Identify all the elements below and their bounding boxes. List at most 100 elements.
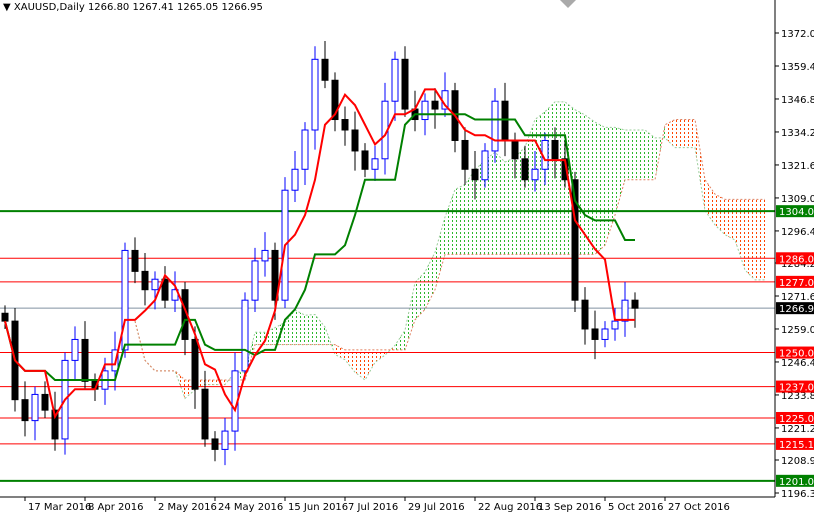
- candle-body[interactable]: [471, 168, 479, 181]
- candle-body[interactable]: [41, 393, 49, 411]
- candle-body[interactable]: [371, 158, 379, 170]
- time-tick-label: 2 May 2016: [158, 502, 217, 513]
- price-tick-label: 1334.25: [781, 128, 814, 139]
- time-tick-label: 15 Jun 2016: [288, 502, 348, 513]
- time-tick-label: 17 Mar 2016: [28, 502, 91, 513]
- price-tick-label: 1208.95: [781, 456, 814, 467]
- candle-body[interactable]: [401, 58, 409, 110]
- ichimoku-cloud-segment: [675, 119, 685, 148]
- time-tick-label: 27 Oct 2016: [668, 502, 730, 513]
- price-chart[interactable]: 1372.05 1359.45 1346.85 1334.25 1321.65 1309.…: [0, 0, 814, 514]
- candle-body[interactable]: [71, 338, 79, 361]
- candle-body[interactable]: [581, 299, 589, 330]
- chart-window[interactable]: 1372.05 1359.45 1346.85 1334.25 1321.65 1309.…: [0, 0, 814, 514]
- level-price-label: 1215.10: [779, 440, 814, 451]
- ichimoku-cloud-segment: [645, 130, 655, 180]
- time-tick-label: 29 Jul 2016: [408, 502, 465, 513]
- ichimoku-cloud-segment: [535, 111, 545, 255]
- ichimoku-cloud-segment: [365, 349, 375, 381]
- ichimoku-cloud-segment: [345, 349, 355, 373]
- price-tick-label: 1372.05: [781, 29, 814, 40]
- level-price-label: 1225.00: [779, 414, 814, 425]
- ichimoku-cloud-segment: [545, 101, 555, 255]
- candle-body[interactable]: [391, 58, 399, 102]
- ichimoku-cloud-segment: [415, 272, 425, 320]
- candle-body[interactable]: [251, 260, 259, 301]
- candle-body[interactable]: [521, 158, 529, 181]
- ichimoku-cloud-segment: [435, 217, 445, 290]
- candle-body[interactable]: [551, 139, 559, 160]
- ichimoku-cloud-segment: [395, 330, 405, 350]
- candle-body[interactable]: [341, 119, 349, 131]
- candle-body[interactable]: [121, 249, 129, 351]
- ichimoku-cloud-segment: [455, 184, 465, 255]
- candle-body[interactable]: [351, 129, 359, 152]
- level-price-label: 1286.00: [779, 254, 814, 265]
- ichimoku-cloud-segment: [305, 314, 315, 345]
- ichimoku-cloud-segment: [655, 124, 665, 180]
- price-tick-label: 1296.45: [781, 227, 814, 238]
- ichimoku-cloud-segment: [405, 282, 415, 350]
- candle-body[interactable]: [241, 299, 249, 372]
- candle-body[interactable]: [31, 393, 39, 422]
- candle-body[interactable]: [591, 328, 599, 340]
- candle-body[interactable]: [431, 100, 439, 110]
- candle-body[interactable]: [151, 278, 159, 291]
- ichimoku-cloud-segment: [615, 127, 625, 216]
- candle-body[interactable]: [321, 58, 329, 81]
- candle-body[interactable]: [221, 430, 229, 450]
- candle-body[interactable]: [141, 270, 149, 291]
- candle-body[interactable]: [311, 58, 319, 131]
- candle-body[interactable]: [291, 168, 299, 191]
- time-tick-label: 5 Oct 2016: [608, 502, 663, 513]
- chart-shift-marker-icon[interactable]: [560, 0, 576, 8]
- ichimoku-cloud-segment: [495, 152, 505, 255]
- candle-body[interactable]: [501, 100, 509, 141]
- candle-body[interactable]: [481, 150, 489, 181]
- ichimoku-cloud-segment: [735, 199, 745, 271]
- candle-body[interactable]: [301, 129, 309, 170]
- time-tick-label: 7 Jul 2016: [348, 502, 398, 513]
- ichimoku-cloud-segment: [715, 194, 725, 235]
- candle-body[interactable]: [421, 100, 429, 121]
- price-tick-label: 1346.85: [781, 95, 814, 106]
- candle-body[interactable]: [21, 399, 29, 422]
- ichimoku-cloud-segment: [425, 252, 435, 310]
- ichimoku-cloud-segment: [295, 309, 305, 345]
- candle-body[interactable]: [461, 139, 469, 170]
- level-price-label: 1304.00: [779, 207, 814, 218]
- price-tick-label: 1321.65: [781, 161, 814, 172]
- chart-title: ▼ XAUUSD,Daily 1266.80 1267.41 1265.05 1…: [3, 2, 263, 13]
- candle-body[interactable]: [611, 320, 619, 330]
- ichimoku-cloud-segment: [445, 189, 455, 255]
- level-price-label: 1277.00: [779, 278, 814, 289]
- collapse-arrow-icon[interactable]: ▼: [3, 2, 11, 13]
- ichimoku-cloud-segment: [505, 157, 515, 255]
- price-tick-label: 1359.45: [781, 62, 814, 73]
- price-tick-label: 1221.20: [781, 424, 814, 435]
- candle-body[interactable]: [491, 100, 499, 152]
- candle-body[interactable]: [211, 438, 219, 450]
- candle-body[interactable]: [131, 249, 139, 272]
- candle-body[interactable]: [201, 388, 209, 440]
- candle-body[interactable]: [81, 338, 89, 382]
- candle-body[interactable]: [631, 299, 639, 309]
- candle-body[interactable]: [261, 249, 269, 262]
- price-tick-label: 1246.40: [781, 358, 814, 369]
- candle-body[interactable]: [361, 150, 369, 170]
- ichimoku-cloud-segment: [315, 314, 325, 345]
- level-price-label: 1201.00: [779, 477, 814, 488]
- candle-body[interactable]: [531, 168, 539, 181]
- symbol-label: XAUUSD,Daily: [13, 2, 85, 13]
- ichimoku-cloud-segment: [695, 119, 705, 211]
- candle-body[interactable]: [191, 338, 199, 390]
- ichimoku-cloud-segment: [355, 349, 365, 381]
- candle-body[interactable]: [1, 312, 9, 322]
- time-tick-label: 24 May 2016: [218, 502, 283, 513]
- ichimoku-cloud-segment: [635, 130, 645, 180]
- ichimoku-cloud-segment: [605, 127, 615, 246]
- time-tick-label: 13 Sep 2016: [538, 502, 601, 513]
- candle-body[interactable]: [511, 139, 519, 160]
- candle-body[interactable]: [601, 328, 609, 340]
- candle-body[interactable]: [621, 299, 629, 322]
